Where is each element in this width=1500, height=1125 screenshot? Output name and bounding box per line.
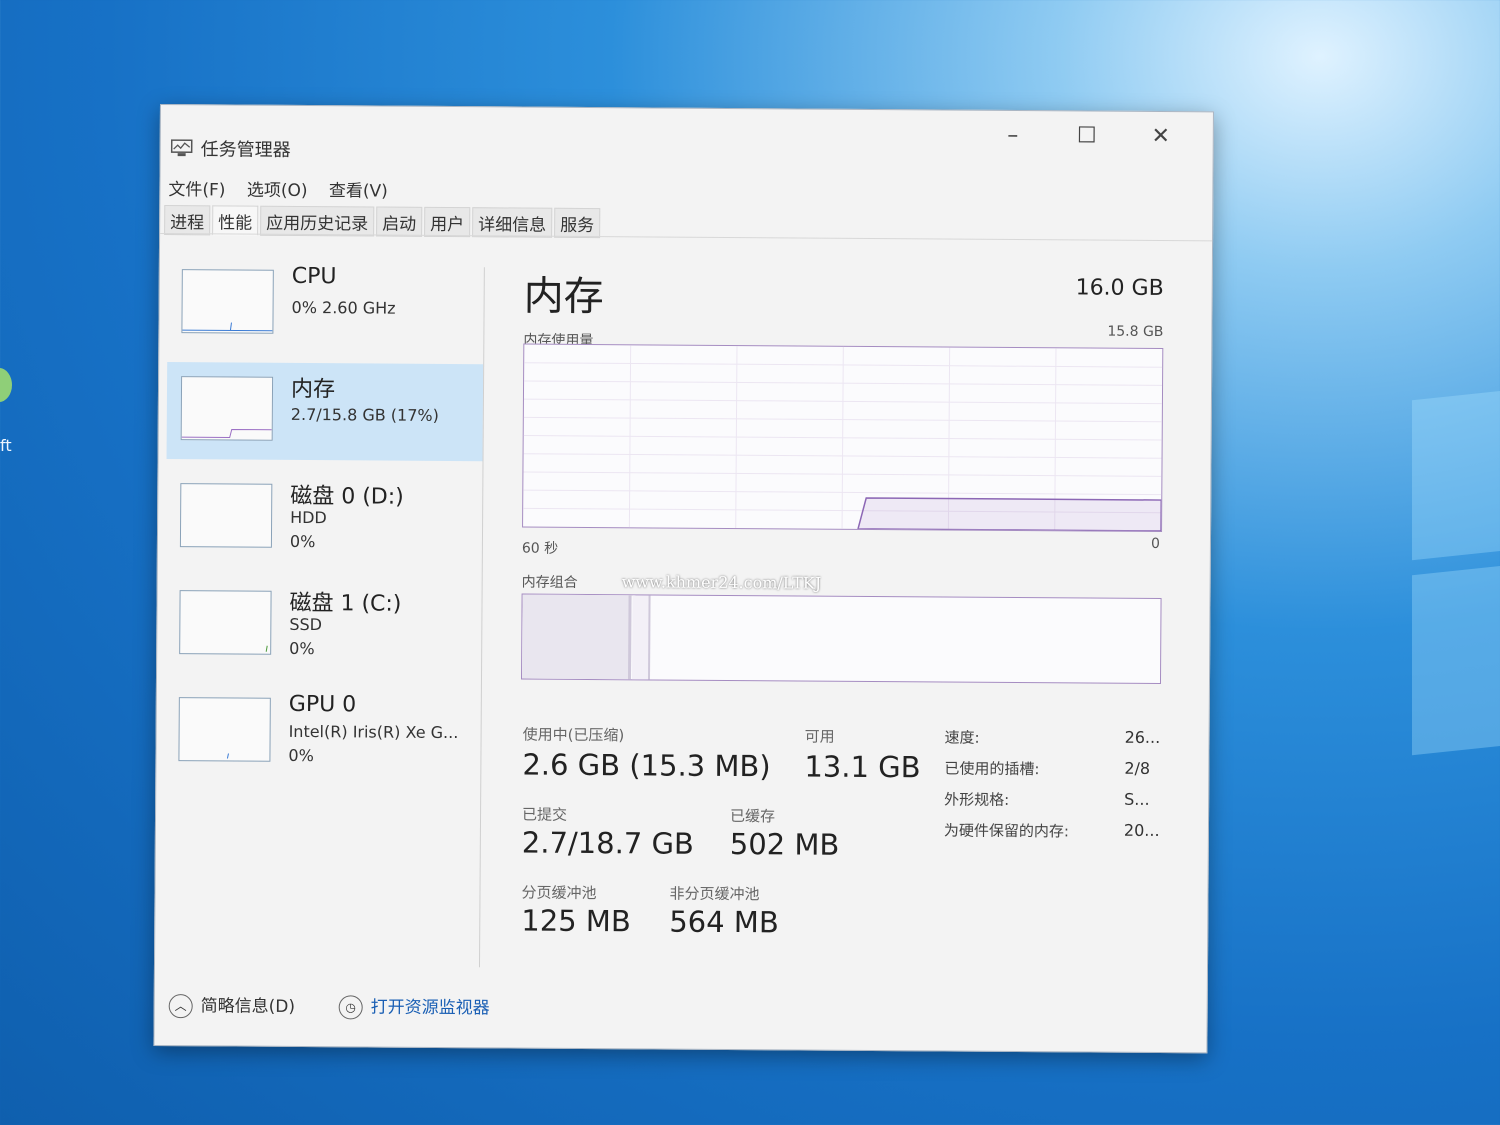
sidebar-item-label: 磁盘 0 (D:) bbox=[290, 483, 404, 510]
usage-graph-max: 15.8 GB bbox=[1107, 323, 1164, 341]
memory-composition-bar bbox=[520, 593, 1162, 685]
slots-value: 2/8 bbox=[1124, 758, 1151, 778]
graph-time-left: 60 秒 bbox=[521, 540, 559, 557]
slots-label: 已使用的插槽: bbox=[944, 759, 1040, 779]
nonpaged-pool-label: 非分页缓冲池 bbox=[669, 884, 760, 904]
available-label: 可用 bbox=[804, 727, 835, 746]
paged-pool-value: 125 MB bbox=[521, 903, 631, 939]
sidebar-item-label: CPU bbox=[291, 263, 337, 290]
tab-processes[interactable]: 进程 bbox=[164, 205, 211, 236]
minimize-button[interactable]: – bbox=[991, 119, 1035, 153]
sidebar-item-detail: 0% bbox=[288, 745, 314, 766]
task-manager-window: 任务管理器 – ☐ ✕ 文件(F) 选项(O) 查看(V) 进程 性能 应用历史… bbox=[153, 104, 1214, 1054]
committed-value: 2.7/18.7 GB bbox=[521, 825, 695, 861]
memory-detail-panel: 内存 16.0 GB 内存使用量 15.8 GB 60 秒 0 内存组合 www… bbox=[520, 258, 1164, 939]
gpu-mini-graph bbox=[178, 697, 271, 762]
sidebar-item-detail: 0% bbox=[289, 531, 316, 552]
speed-label: 速度: bbox=[944, 728, 980, 747]
menu-view[interactable]: 查看(V) bbox=[329, 181, 388, 201]
sidebar-item-detail: 0% 2.60 GHz bbox=[291, 297, 396, 318]
maximize-button[interactable]: ☐ bbox=[1065, 119, 1109, 153]
memory-usage-series bbox=[857, 497, 1163, 532]
watermark-text: www.khmer24.com/LTKJ bbox=[621, 572, 822, 593]
chevron-up-icon: ︿ bbox=[168, 994, 193, 1019]
sidebar-item-disk-1[interactable]: 磁盘 1 (C:) SSD 0% bbox=[165, 576, 482, 675]
form-factor-value: S... bbox=[1124, 789, 1150, 809]
hardware-reserved-value: 20... bbox=[1123, 820, 1160, 840]
open-resource-monitor-label: 打开资源监视器 bbox=[370, 997, 490, 1019]
tab-divider bbox=[160, 233, 1213, 242]
tab-users[interactable]: 用户 bbox=[424, 206, 471, 238]
cached-value: 502 MB bbox=[729, 826, 840, 862]
sidebar-item-label: GPU 0 bbox=[288, 691, 357, 718]
fewer-details-button[interactable]: ︿ 简略信息(D) bbox=[168, 991, 296, 1019]
graph-gridline-v bbox=[735, 346, 738, 529]
sidebar-item-type: SSD bbox=[289, 614, 323, 635]
menu-bar: 文件(F) 选项(O) 查看(V) bbox=[168, 175, 404, 202]
speed-value: 26... bbox=[1124, 727, 1161, 747]
sidebar-item-cpu[interactable]: CPU 0% 2.60 GHz bbox=[167, 255, 484, 354]
tab-startup[interactable]: 启动 bbox=[376, 206, 423, 237]
disk-0-mini-graph bbox=[179, 483, 273, 548]
title-bar[interactable]: 任务管理器 – ☐ ✕ bbox=[161, 105, 1213, 161]
disk-1-mini-graph bbox=[179, 590, 272, 655]
in-use-value: 2.6 GB (15.3 MB) bbox=[522, 747, 771, 784]
open-resource-monitor-link[interactable]: ◷ 打开资源监视器 bbox=[338, 992, 490, 1020]
page-title: 内存 bbox=[523, 273, 604, 321]
resource-monitor-icon: ◷ bbox=[338, 995, 363, 1020]
sidebar-item-type: HDD bbox=[290, 507, 327, 528]
committed-label: 已提交 bbox=[521, 805, 568, 824]
tab-services[interactable]: 服务 bbox=[554, 207, 601, 239]
cpu-mini-graph bbox=[181, 269, 274, 334]
sidebar-item-gpu-0[interactable]: GPU 0 Intel(R) Iris(R) Xe G... 0% bbox=[164, 683, 481, 782]
composition-label: 内存组合 bbox=[521, 574, 578, 591]
desktop-icon-label[interactable]: ft bbox=[0, 436, 22, 455]
menu-file[interactable]: 文件(F) bbox=[168, 180, 225, 200]
paged-pool-label: 分页缓冲池 bbox=[521, 883, 597, 903]
sidebar-item-type: Intel(R) Iris(R) Xe G... bbox=[288, 721, 459, 743]
tab-details[interactable]: 详细信息 bbox=[472, 207, 553, 238]
sidebar-item-detail: 0% bbox=[289, 638, 315, 659]
nonpaged-pool-value: 564 MB bbox=[669, 904, 779, 940]
form-factor-label: 外形规格: bbox=[944, 790, 1010, 809]
hardware-reserved-label: 为硬件保留的内存: bbox=[943, 821, 1070, 841]
memory-usage-graph bbox=[522, 343, 1164, 533]
menu-options[interactable]: 选项(O) bbox=[247, 181, 308, 201]
resource-sidebar: CPU 0% 2.60 GHz 内存 2.7/15.8 GB (17%) 磁盘 … bbox=[164, 255, 484, 792]
sidebar-item-disk-0[interactable]: 磁盘 0 (D:) HDD 0% bbox=[166, 469, 483, 568]
available-value: 13.1 GB bbox=[804, 749, 921, 785]
sidebar-item-memory[interactable]: 内存 2.7/15.8 GB (17%) bbox=[166, 362, 484, 462]
window-title: 任务管理器 bbox=[200, 139, 291, 161]
graph-gridline-v bbox=[841, 346, 844, 529]
desktop-icon-image[interactable] bbox=[0, 368, 12, 402]
task-manager-icon bbox=[170, 139, 193, 157]
graph-time-right: 0 bbox=[1150, 535, 1161, 552]
composition-in-use bbox=[521, 594, 632, 680]
graph-gridline-v bbox=[628, 345, 632, 528]
total-memory: 16.0 GB bbox=[1075, 275, 1164, 302]
tab-app-history[interactable]: 应用历史记录 bbox=[260, 205, 375, 237]
composition-modified bbox=[631, 595, 651, 680]
sidebar-item-detail: 2.7/15.8 GB (17%) bbox=[290, 404, 439, 425]
in-use-label: 使用中(已压缩) bbox=[522, 725, 625, 745]
close-button[interactable]: ✕ bbox=[1139, 120, 1183, 154]
tab-performance[interactable]: 性能 bbox=[212, 205, 259, 236]
fewer-details-label: 简略信息(D) bbox=[200, 996, 296, 1017]
memory-mini-graph bbox=[180, 376, 274, 441]
cached-label: 已缓存 bbox=[729, 806, 776, 826]
sidebar-item-label: 磁盘 1 (C:) bbox=[289, 590, 402, 617]
windows-logo-wallpaper bbox=[1412, 389, 1500, 765]
sidebar-item-label: 内存 bbox=[290, 376, 336, 403]
